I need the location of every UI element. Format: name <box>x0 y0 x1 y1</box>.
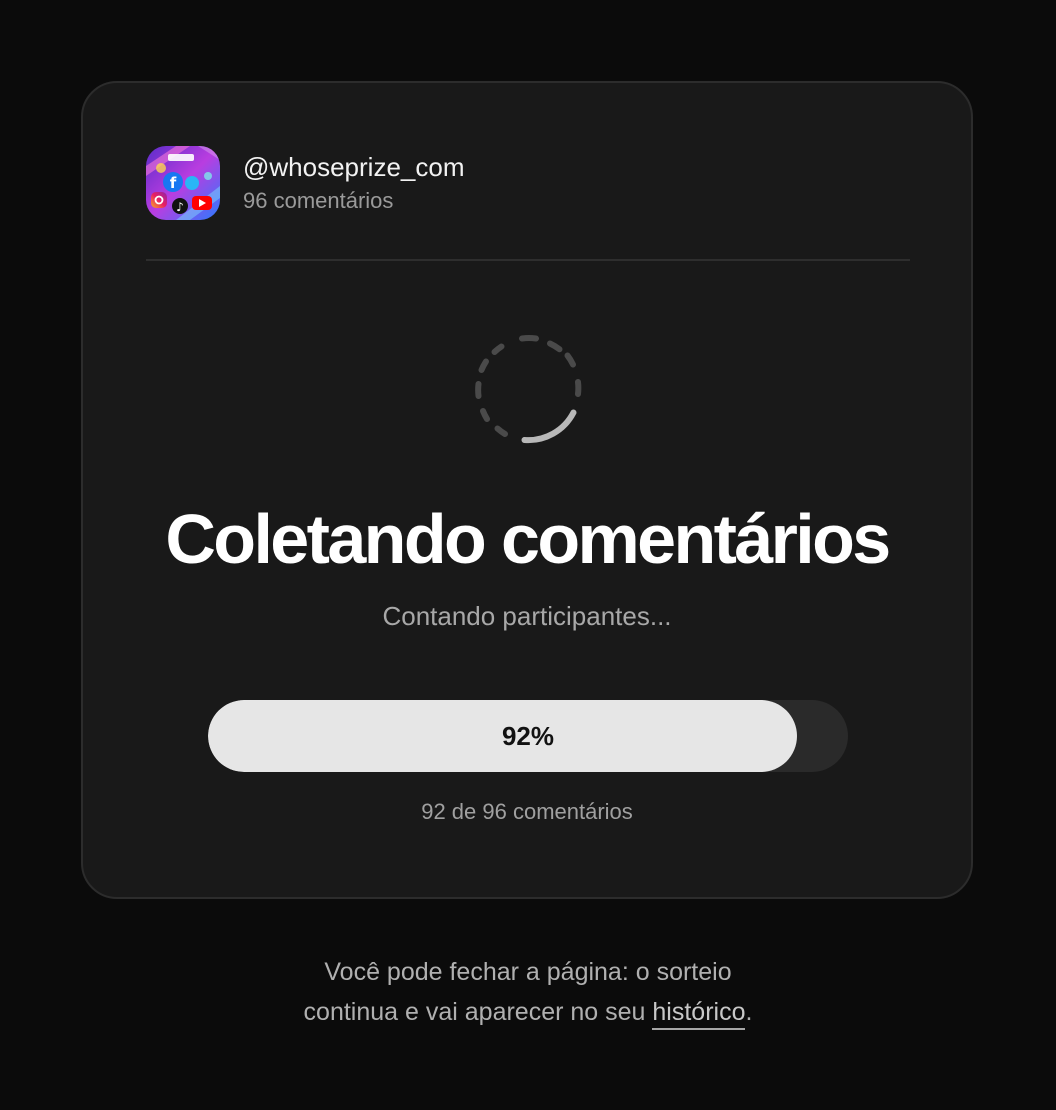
progress-percent: 92% <box>501 721 555 751</box>
social-apps-collage-icon: f ♪ <box>146 146 220 220</box>
loading-spinner-icon <box>475 335 582 444</box>
history-link[interactable]: histórico <box>652 998 746 1030</box>
account-comment-count: 96 comentários <box>243 188 394 213</box>
progress-bar: 92% <box>208 700 848 772</box>
footer-line-1: Você pode fechar a página: o sorteio <box>324 958 732 986</box>
svg-text:f: f <box>170 174 177 192</box>
progress-caption: 92 de 96 comentários <box>421 799 633 824</box>
divider <box>146 259 910 261</box>
status-text: Contando participantes... <box>382 601 672 631</box>
page-title: Coletando comentários <box>165 500 891 578</box>
account-info: @whoseprize_com 96 comentários <box>243 151 464 215</box>
account-username: @whoseprize_com <box>243 152 465 182</box>
avatar: f ♪ <box>146 146 220 220</box>
footer-line-2-prefix: continua e vai aparecer no seu <box>303 998 653 1026</box>
collecting-card: f ♪ @whoseprize_com 96 comentários Colet… <box>81 81 973 899</box>
account-header: f ♪ @whoseprize_com 96 comentários <box>146 146 464 220</box>
footer-note: Você pode fechar a página: o sorteio con… <box>0 952 1056 1032</box>
svg-text:♪: ♪ <box>176 200 184 214</box>
footer-line-2-suffix: . <box>745 998 753 1026</box>
